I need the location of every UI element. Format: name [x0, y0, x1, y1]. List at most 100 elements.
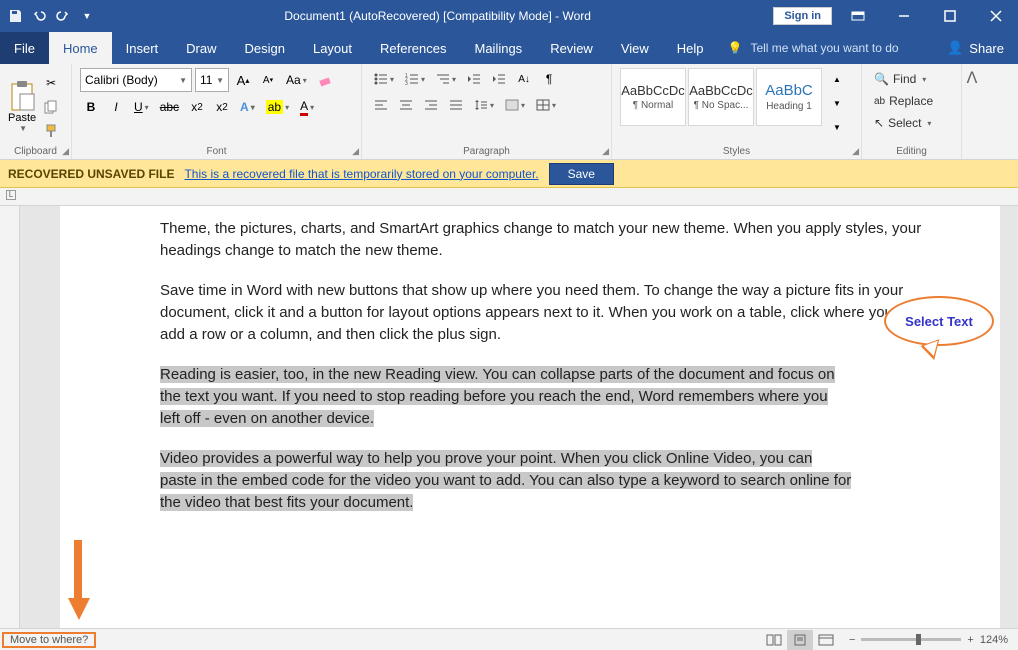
- replace-icon: ab: [874, 96, 885, 107]
- close-icon[interactable]: [976, 0, 1016, 32]
- font-dialog-icon[interactable]: ◢: [352, 146, 359, 157]
- tab-design[interactable]: Design: [231, 32, 299, 64]
- window-title: Document1 (AutoRecovered) [Compatibility…: [102, 9, 773, 23]
- format-painter-icon[interactable]: [40, 120, 62, 142]
- subscript-button[interactable]: x2: [186, 96, 208, 118]
- horizontal-ruler[interactable]: L: [0, 188, 1018, 206]
- undo-icon[interactable]: [28, 5, 50, 27]
- align-left-icon[interactable]: [370, 94, 392, 116]
- multilevel-list-icon[interactable]: ▾: [432, 68, 460, 90]
- tab-view[interactable]: View: [607, 32, 663, 64]
- numbering-icon[interactable]: 123▾: [401, 68, 429, 90]
- tab-selector-icon[interactable]: L: [6, 190, 16, 200]
- zoom-out-button[interactable]: −: [849, 634, 855, 646]
- recovery-save-button[interactable]: Save: [549, 163, 614, 185]
- tab-draw[interactable]: Draw: [172, 32, 230, 64]
- recovery-link[interactable]: This is a recovered file that is tempora…: [184, 167, 538, 181]
- collapse-ribbon-icon[interactable]: ᐱ: [962, 64, 982, 159]
- ribbon-display-icon[interactable]: [838, 0, 878, 32]
- align-center-icon[interactable]: [395, 94, 417, 116]
- paragraph-2[interactable]: Save time in Word with new buttons that …: [160, 280, 970, 346]
- style-heading1[interactable]: AaBbCHeading 1: [756, 68, 822, 126]
- zoom-level[interactable]: 124%: [980, 634, 1008, 646]
- strikethrough-button[interactable]: abc: [156, 96, 183, 118]
- shrink-font-icon[interactable]: A▾: [257, 69, 279, 91]
- borders-icon[interactable]: ▾: [532, 94, 560, 116]
- tab-insert[interactable]: Insert: [112, 32, 173, 64]
- replace-button[interactable]: abReplace: [870, 90, 953, 112]
- show-marks-icon[interactable]: ¶: [538, 68, 560, 90]
- decrease-indent-icon[interactable]: [463, 68, 485, 90]
- cut-icon[interactable]: ✂: [40, 72, 62, 94]
- select-button[interactable]: ↖Select▾: [870, 112, 953, 134]
- paragraph-3[interactable]: Reading is easier, too, in the new Readi…: [160, 364, 970, 430]
- group-styles: AaBbCcDc¶ Normal AaBbCcDc¶ No Spac... Aa…: [612, 64, 862, 159]
- style-normal[interactable]: AaBbCcDc¶ Normal: [620, 68, 686, 126]
- paragraph-dialog-icon[interactable]: ◢: [602, 146, 609, 157]
- clear-formatting-icon[interactable]: [314, 69, 336, 91]
- select-icon: ↖: [874, 116, 884, 130]
- paste-button[interactable]: Paste ▼: [8, 68, 36, 144]
- style-no-spacing[interactable]: AaBbCcDc¶ No Spac...: [688, 68, 754, 126]
- styles-up-icon[interactable]: ▲: [826, 68, 848, 90]
- svg-text:3: 3: [405, 81, 408, 85]
- tab-help[interactable]: Help: [663, 32, 718, 64]
- tab-review[interactable]: Review: [536, 32, 607, 64]
- tab-mailings[interactable]: Mailings: [461, 32, 537, 64]
- justify-icon[interactable]: [445, 94, 467, 116]
- read-mode-icon[interactable]: [761, 630, 787, 650]
- sign-in-button[interactable]: Sign in: [773, 7, 832, 25]
- zoom-slider[interactable]: [861, 638, 961, 641]
- clipboard-dialog-icon[interactable]: ◢: [62, 146, 69, 157]
- vertical-ruler[interactable]: [0, 206, 20, 650]
- styles-down-icon[interactable]: ▼: [826, 92, 848, 114]
- highlight-icon[interactable]: ab▾: [262, 96, 293, 118]
- align-right-icon[interactable]: [420, 94, 442, 116]
- title-bar: ▼ Document1 (AutoRecovered) [Compatibili…: [0, 0, 1018, 32]
- find-button[interactable]: 🔍Find▾: [870, 68, 953, 90]
- page-scroll[interactable]: Theme, the pictures, charts, and SmartAr…: [20, 206, 1018, 650]
- line-spacing-icon[interactable]: ▾: [470, 94, 498, 116]
- copy-icon[interactable]: [40, 96, 62, 118]
- print-layout-icon[interactable]: [787, 630, 813, 650]
- paragraph-1[interactable]: Theme, the pictures, charts, and SmartAr…: [160, 218, 970, 262]
- group-editing: 🔍Find▾ abReplace ↖Select▾ Editing: [862, 64, 962, 159]
- tab-layout[interactable]: Layout: [299, 32, 366, 64]
- font-size-combo[interactable]: 11▼: [195, 68, 229, 92]
- annotation-arrow: [68, 540, 88, 620]
- qat-more-icon[interactable]: ▼: [76, 5, 98, 27]
- status-prompt: Move to where?: [2, 632, 96, 648]
- maximize-icon[interactable]: [930, 0, 970, 32]
- paragraph-4[interactable]: Video provides a powerful way to help yo…: [160, 448, 970, 514]
- text-effects-icon[interactable]: A▾: [236, 96, 259, 118]
- grow-font-icon[interactable]: A▴: [232, 69, 254, 91]
- tab-home[interactable]: Home: [49, 32, 112, 64]
- increase-indent-icon[interactable]: [488, 68, 510, 90]
- document-area: Theme, the pictures, charts, and SmartAr…: [0, 206, 1018, 650]
- web-layout-icon[interactable]: [813, 630, 839, 650]
- tab-references[interactable]: References: [366, 32, 460, 64]
- minimize-icon[interactable]: [884, 0, 924, 32]
- recovery-message-bar: RECOVERED UNSAVED FILE This is a recover…: [0, 160, 1018, 188]
- styles-more-icon[interactable]: ▼: [826, 116, 848, 138]
- font-name-combo[interactable]: Calibri (Body)▼: [80, 68, 192, 92]
- share-button[interactable]: 👤 Share: [933, 32, 1018, 64]
- sort-icon[interactable]: A↓: [513, 68, 535, 90]
- shading-icon[interactable]: ▾: [501, 94, 529, 116]
- ribbon: Paste ▼ ✂ Clipboard ◢ Calibri (Body)▼ 11…: [0, 64, 1018, 160]
- change-case-icon[interactable]: Aa▾: [282, 69, 311, 91]
- document-page[interactable]: Theme, the pictures, charts, and SmartAr…: [60, 206, 1000, 650]
- bullets-icon[interactable]: ▾: [370, 68, 398, 90]
- italic-button[interactable]: I: [105, 96, 127, 118]
- group-font: Calibri (Body)▼ 11▼ A▴ A▾ Aa▾ B I U▾ abc…: [72, 64, 362, 159]
- superscript-button[interactable]: x2: [211, 96, 233, 118]
- redo-icon[interactable]: [52, 5, 74, 27]
- bold-button[interactable]: B: [80, 96, 102, 118]
- tell-me-search[interactable]: 💡 Tell me what you want to do: [718, 32, 909, 64]
- zoom-in-button[interactable]: +: [967, 634, 973, 646]
- font-color-icon[interactable]: A▾: [296, 96, 318, 118]
- styles-dialog-icon[interactable]: ◢: [852, 146, 859, 157]
- underline-button[interactable]: U▾: [130, 96, 153, 118]
- tab-file[interactable]: File: [0, 32, 49, 64]
- save-icon[interactable]: [4, 5, 26, 27]
